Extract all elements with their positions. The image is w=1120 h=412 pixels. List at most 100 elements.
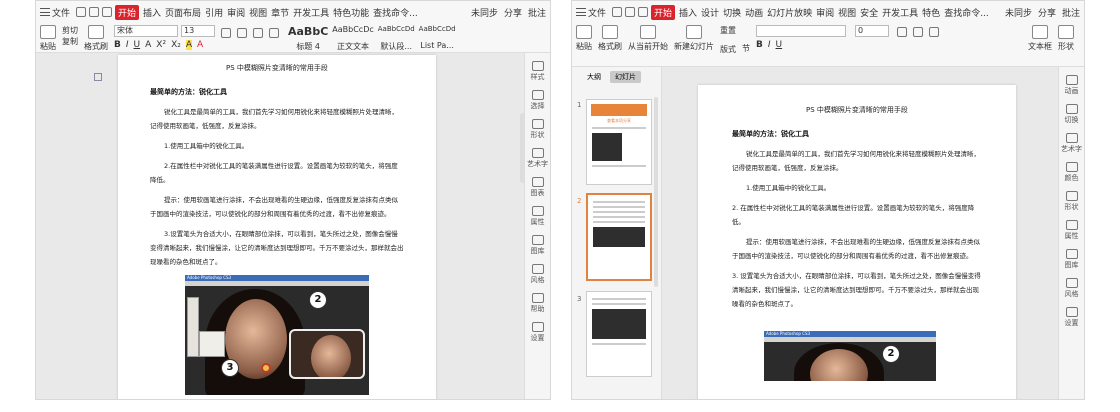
text-color-button[interactable]: A <box>197 40 203 50</box>
bold-button[interactable]: B <box>114 40 121 50</box>
sidebar-item-property[interactable]: 属性 <box>531 206 545 227</box>
slide-image[interactable]: Adobe Photoshop CS3 2 <box>764 331 936 381</box>
style-body[interactable]: AaBbCcDc 正文文本 <box>332 25 373 52</box>
superscript-button[interactable]: X² <box>156 40 166 50</box>
tab-developer[interactable]: 开发工具 <box>882 6 918 19</box>
align-center-icon[interactable] <box>237 28 247 38</box>
tab-insert[interactable]: 插入 <box>143 6 161 19</box>
tab-review[interactable]: 审阅 <box>227 6 245 19</box>
paste-button[interactable]: 粘贴 <box>576 25 592 52</box>
tab-features[interactable]: 特色功能 <box>333 6 369 19</box>
font-size-select[interactable]: 0 <box>855 25 889 37</box>
numbering-icon[interactable] <box>913 27 923 37</box>
tab-insert[interactable]: 插入 <box>679 6 697 19</box>
share-button[interactable]: 分享 <box>504 6 522 19</box>
search-command[interactable]: 查找命令... <box>944 6 989 19</box>
italic-button[interactable]: I <box>126 40 129 50</box>
print-icon[interactable] <box>89 7 100 17</box>
paste-button[interactable]: 粘贴 <box>40 25 56 52</box>
font-name-select[interactable] <box>756 25 846 37</box>
style-default[interactable]: AaBbCcDd 默认段... <box>378 25 415 52</box>
search-command[interactable]: 查找命令... <box>373 6 418 19</box>
sidebar-item-gallery[interactable]: 图库 <box>1065 249 1079 270</box>
slide-thumbnail-1[interactable]: 查看本项分享 <box>586 99 652 185</box>
print-icon[interactable] <box>625 7 636 17</box>
document-image[interactable]: Adobe Photoshop CS3 2 3 <box>185 275 369 395</box>
shape-button[interactable]: 形状 <box>1058 25 1074 52</box>
font-color-button[interactable]: A <box>145 40 151 50</box>
tab-view[interactable]: 视图 <box>249 6 267 19</box>
align-icon[interactable] <box>929 27 939 37</box>
tab-features[interactable]: 特色 <box>922 6 940 19</box>
tab-security[interactable]: 安全 <box>860 6 878 19</box>
sidebar-item-theme[interactable]: 风格 <box>1065 278 1079 299</box>
tab-home[interactable]: 开始 <box>115 4 140 20</box>
tab-section[interactable]: 章节 <box>271 6 289 19</box>
align-right-icon[interactable] <box>253 28 263 38</box>
font-name-select[interactable]: 宋体 <box>114 25 178 37</box>
tab-transition[interactable]: 切换 <box>723 6 741 19</box>
sidebar-item-shape[interactable]: 形状 <box>1065 191 1079 212</box>
bold-button[interactable]: B <box>756 40 763 50</box>
subscript-button[interactable]: X₂ <box>171 40 181 50</box>
tab-layout[interactable]: 页面布局 <box>165 6 201 19</box>
underline-button[interactable]: U <box>134 40 141 50</box>
comment-button[interactable]: 批注 <box>528 6 546 19</box>
slide-thumbnail-2[interactable] <box>586 193 652 281</box>
save-icon[interactable] <box>76 7 87 17</box>
textbox-button[interactable]: 文本框 <box>1028 25 1052 52</box>
tab-developer[interactable]: 开发工具 <box>293 6 329 19</box>
sidebar-item-settings[interactable]: 设置 <box>1065 307 1079 328</box>
reset-button[interactable]: 重置 <box>720 25 736 36</box>
sidebar-item-transition[interactable]: 切换 <box>1065 104 1079 125</box>
file-menu[interactable]: 文件 <box>40 6 70 19</box>
share-button[interactable]: 分享 <box>1038 6 1056 19</box>
section-button[interactable]: 节 <box>742 43 750 54</box>
align-left-icon[interactable] <box>221 28 231 38</box>
sidebar-item-property[interactable]: 属性 <box>1065 220 1079 241</box>
tab-slideshow[interactable]: 幻灯片放映 <box>767 6 812 19</box>
font-size-select[interactable]: 13 <box>181 25 215 37</box>
sidebar-item-help[interactable]: 帮助 <box>531 293 545 314</box>
highlight-button[interactable]: A <box>185 40 193 50</box>
format-painter-button[interactable]: 格式刷 <box>84 25 108 52</box>
play-from-current-button[interactable]: 从当前开始 <box>628 25 668 52</box>
tab-home[interactable]: 开始 <box>651 4 676 20</box>
style-heading4[interactable]: AaBbC 标题 4 <box>288 25 328 52</box>
tab-design[interactable]: 设计 <box>701 6 719 19</box>
sidebar-item-chart[interactable]: 图表 <box>531 177 545 198</box>
nav-icon[interactable] <box>94 73 102 81</box>
sidebar-item-animation[interactable]: 动画 <box>1065 75 1079 96</box>
sync-status[interactable]: 未同步 <box>1005 6 1032 19</box>
tab-slides[interactable]: 幻灯片 <box>610 71 641 83</box>
tab-reference[interactable]: 引用 <box>205 6 223 19</box>
format-painter-button[interactable]: 格式刷 <box>598 25 622 52</box>
layout-button[interactable]: 版式 <box>720 44 736 55</box>
copy-button[interactable]: 复制 <box>62 36 78 47</box>
new-slide-button[interactable]: 新建幻灯片 <box>674 25 714 52</box>
underline-button[interactable]: U <box>776 40 783 50</box>
tab-outline[interactable]: 大纲 <box>582 71 606 83</box>
sidebar-item-settings[interactable]: 设置 <box>531 322 545 343</box>
tab-review[interactable]: 审阅 <box>816 6 834 19</box>
justify-icon[interactable] <box>269 28 279 38</box>
slide-page[interactable]: PS 中模糊照片变清晰的常用手段 最简单的方法：锐化工具 锐化工具是最简单的工具… <box>698 85 1016 399</box>
file-menu[interactable]: 文件 <box>576 6 606 19</box>
italic-button[interactable]: I <box>768 40 771 50</box>
cut-button[interactable]: 剪切 <box>62 25 78 36</box>
comment-button[interactable]: 批注 <box>1062 6 1080 19</box>
sidebar-item-select[interactable]: 选择 <box>531 90 545 111</box>
tab-animation[interactable]: 动画 <box>745 6 763 19</box>
style-list[interactable]: AaBbCcDd List Pa... <box>419 25 456 50</box>
undo-icon[interactable] <box>102 7 113 17</box>
slide-thumbnail-3[interactable] <box>586 291 652 377</box>
save-icon[interactable] <box>612 7 623 17</box>
bullets-icon[interactable] <box>897 27 907 37</box>
undo-icon[interactable] <box>638 7 649 17</box>
sidebar-item-theme[interactable]: 风格 <box>531 264 545 285</box>
sidebar-item-color[interactable]: 颜色 <box>1065 162 1079 183</box>
sidebar-item-wordart[interactable]: 艺术字 <box>1061 133 1082 154</box>
sidebar-item-gallery[interactable]: 图库 <box>531 235 545 256</box>
sidebar-item-wordart[interactable]: 艺术字 <box>527 148 548 169</box>
sidebar-item-shape[interactable]: 形状 <box>531 119 545 140</box>
